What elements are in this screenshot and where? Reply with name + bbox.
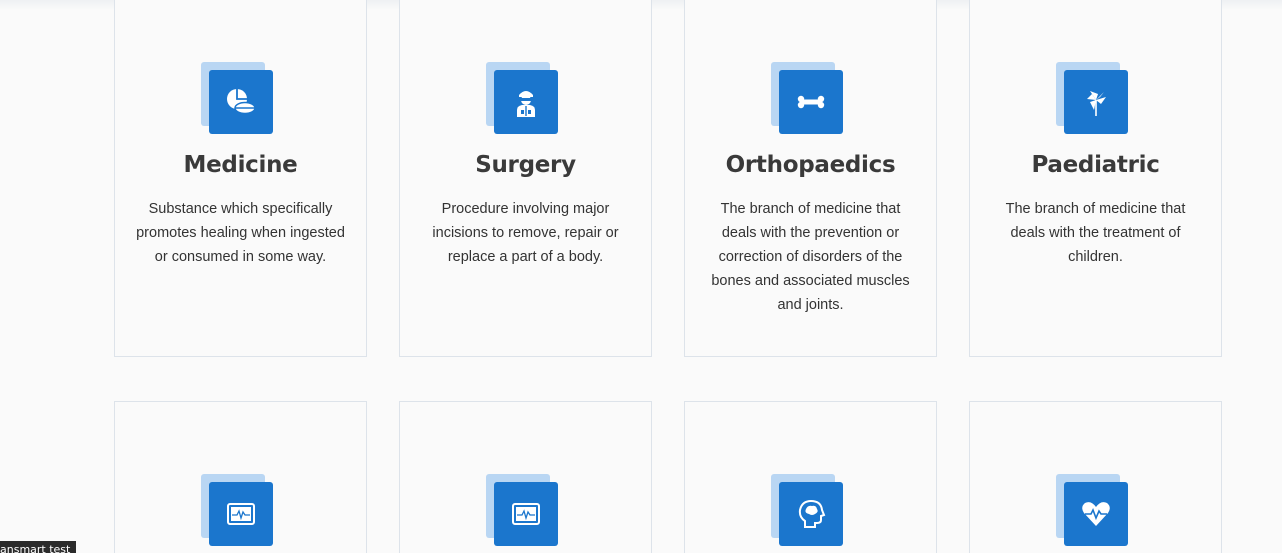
service-icon-badge xyxy=(201,474,274,547)
service-icon-badge xyxy=(1056,474,1129,547)
bone-icon xyxy=(779,70,843,134)
service-icon-badge xyxy=(771,474,844,547)
surgeon-icon xyxy=(494,70,558,134)
service-title: Medicine xyxy=(183,152,298,178)
status-tooltip: ansmart test xyxy=(0,541,77,553)
service-card-medicine[interactable]: Medicine Substance which specifically pr… xyxy=(114,0,367,357)
service-icon-badge xyxy=(486,62,559,135)
service-card[interactable] xyxy=(399,401,652,553)
service-card[interactable] xyxy=(114,401,367,553)
services-page: Medicine Substance which specifically pr… xyxy=(0,0,1282,553)
service-card-paediatric[interactable]: Paediatric The branch of medicine that d… xyxy=(969,0,1222,357)
service-description: The branch of medicine that deals with t… xyxy=(711,201,910,313)
service-description: Procedure involving major incisions to r… xyxy=(432,201,619,265)
service-title: Orthopaedics xyxy=(725,152,896,178)
service-card-surgery[interactable]: Surgery Procedure involving major incisi… xyxy=(399,0,652,357)
heartbeat-icon xyxy=(1064,482,1128,546)
pill-icon xyxy=(209,70,273,134)
service-card-orthopaedics[interactable]: Orthopaedics The branch of medicine that… xyxy=(684,0,937,357)
brain-head-icon xyxy=(779,482,843,546)
service-card[interactable] xyxy=(969,401,1222,553)
service-icon-badge xyxy=(1056,62,1129,135)
service-description: The branch of medicine that deals with t… xyxy=(1005,201,1186,265)
pinwheel-icon xyxy=(1064,70,1128,134)
service-title: Surgery xyxy=(475,152,576,178)
service-card[interactable] xyxy=(684,401,937,553)
service-icon-badge xyxy=(486,474,559,547)
service-description: Substance which specifically promotes he… xyxy=(136,201,345,265)
heart-monitor-icon xyxy=(209,482,273,546)
heart-monitor-icon xyxy=(494,482,558,546)
service-icon-badge xyxy=(771,62,844,135)
service-title: Paediatric xyxy=(1031,152,1160,178)
service-icon-badge xyxy=(201,62,274,135)
